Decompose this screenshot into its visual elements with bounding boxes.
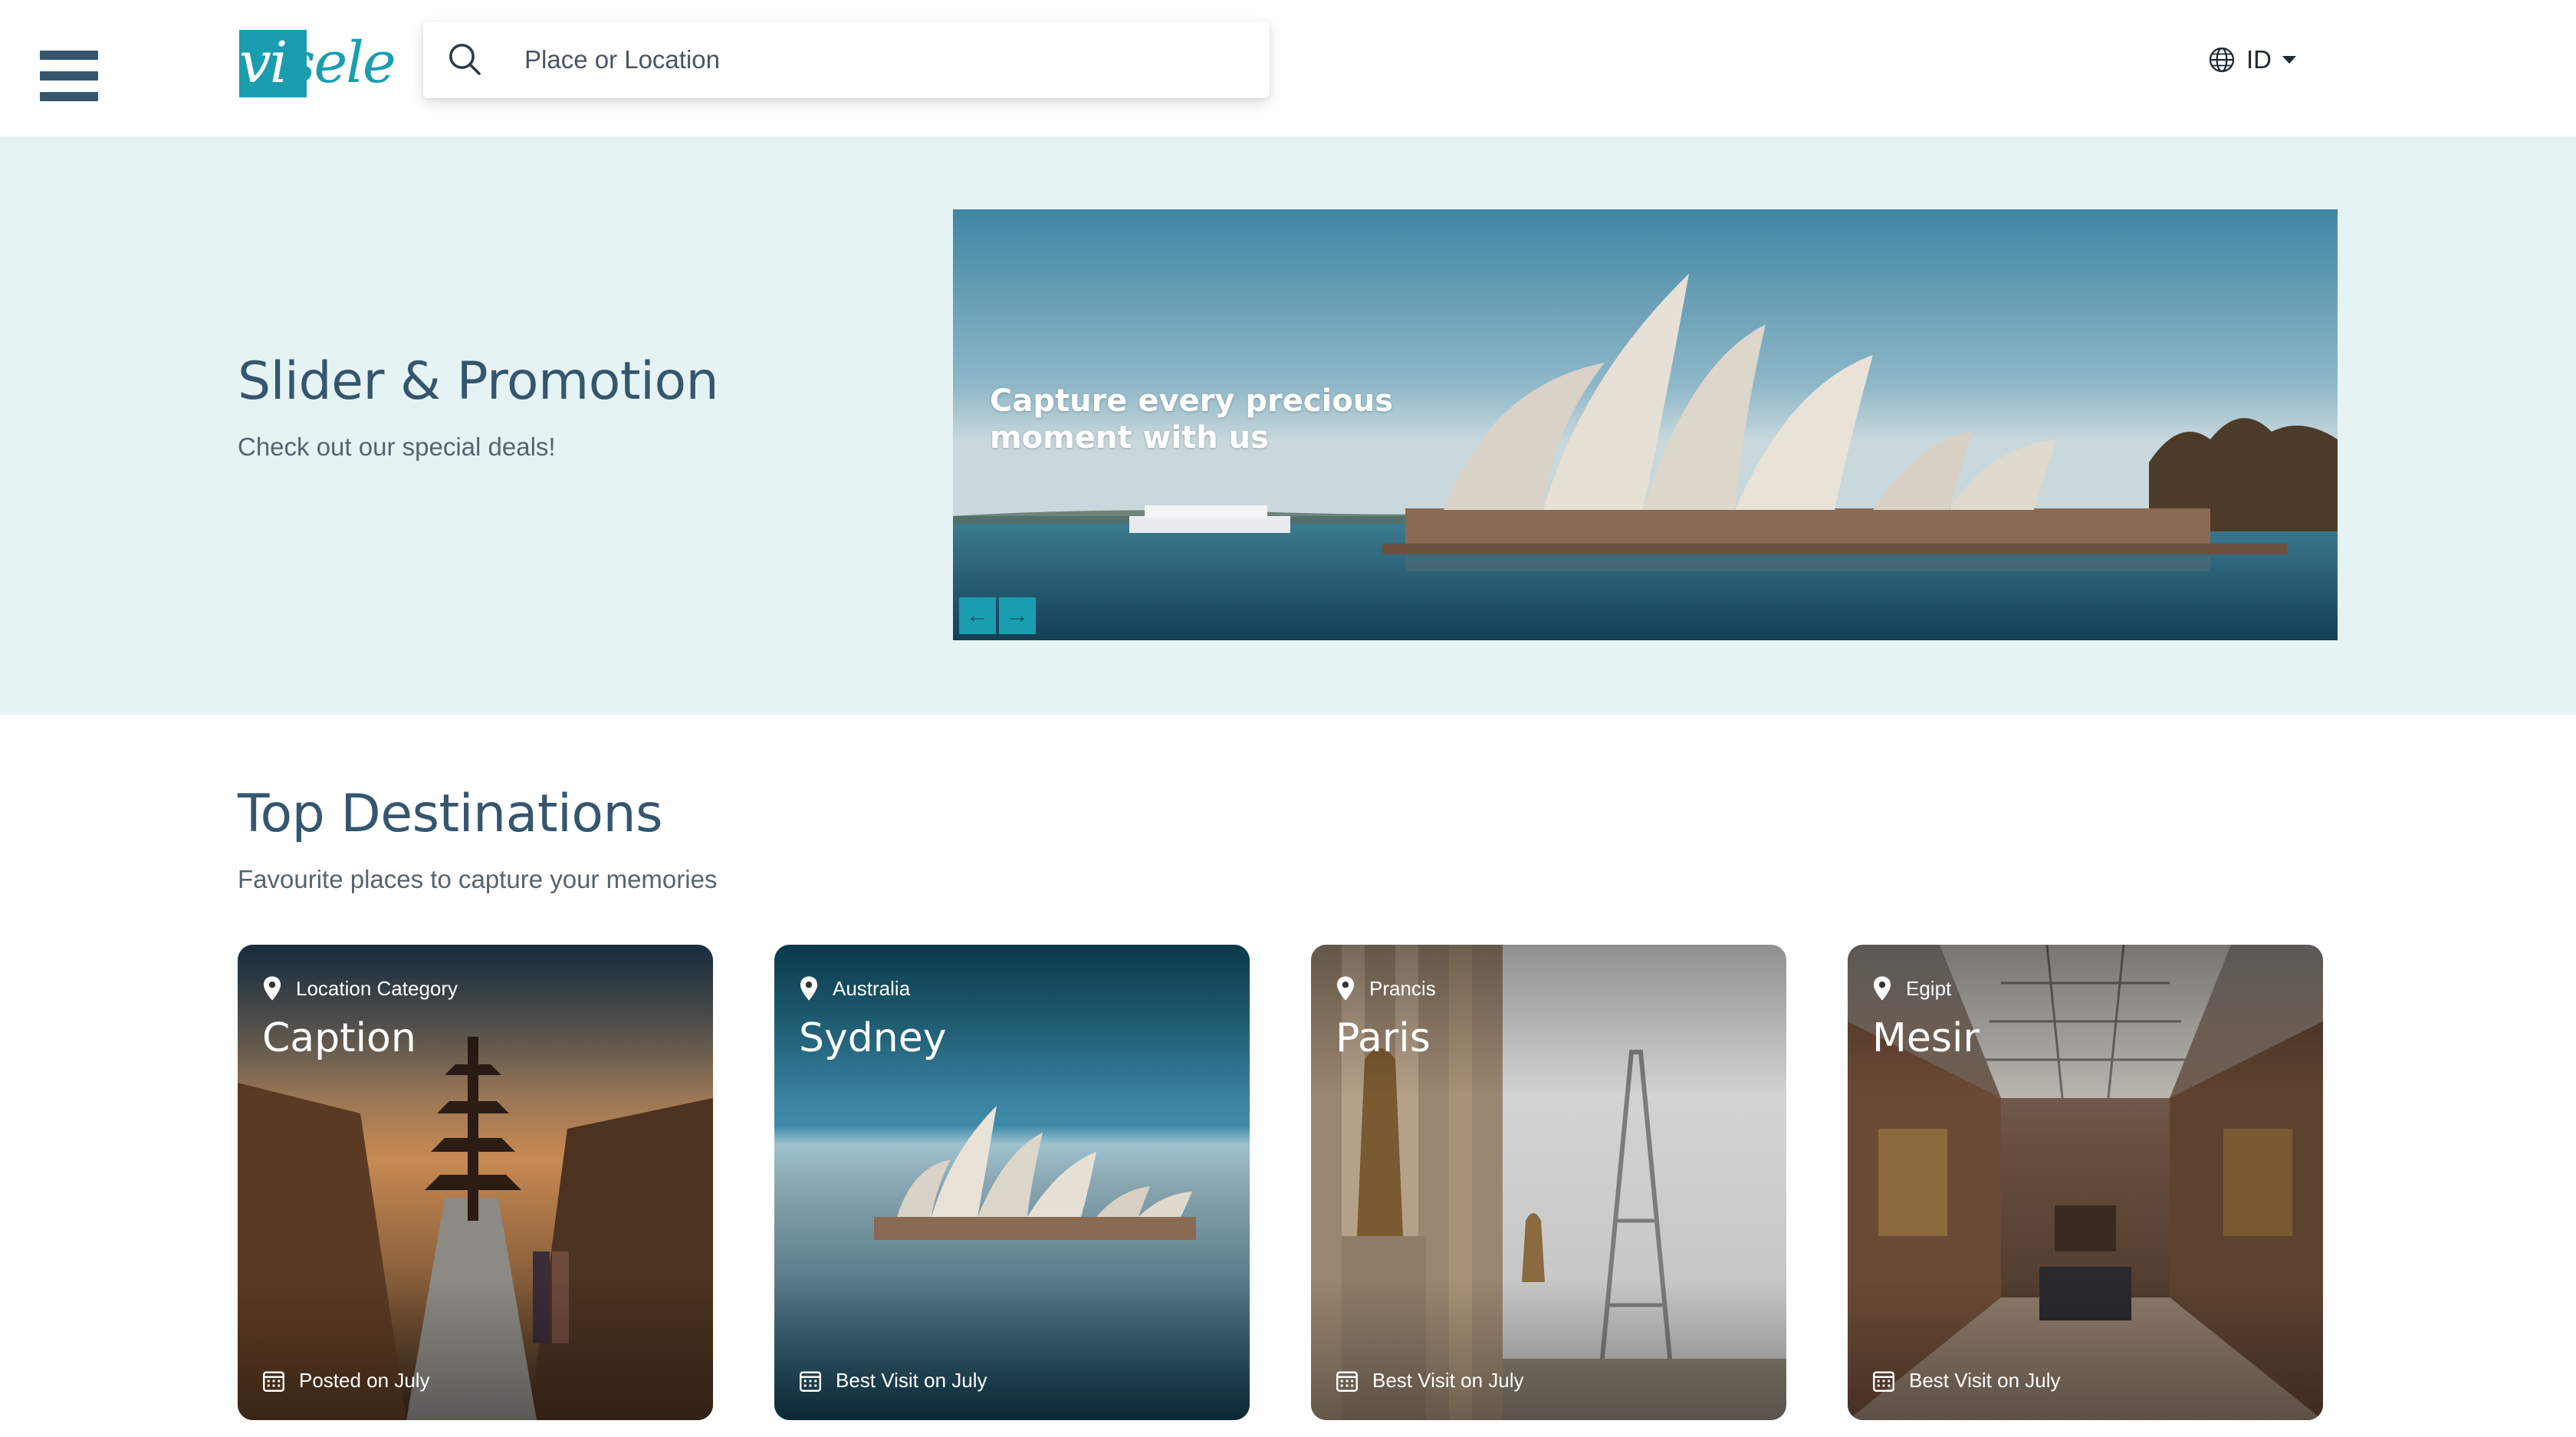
- search-icon[interactable]: [445, 39, 486, 81]
- top-header: visele ID: [0, 0, 2576, 136]
- destination-card[interactable]: Australia Sydney Best Visit on July: [774, 945, 1250, 1420]
- section-subtitle: Favourite places to capture your memorie…: [238, 865, 718, 893]
- section-title: Top Destinations: [238, 784, 663, 844]
- card-location: Australia: [799, 975, 910, 1001]
- card-date: Best Visit on July: [1372, 1369, 1524, 1392]
- card-footer: Best Visit on July: [1872, 1369, 2061, 1393]
- brand-logo[interactable]: visele: [239, 29, 396, 98]
- card-location: Location Category: [262, 975, 458, 1001]
- card-footer: Best Visit on July: [799, 1369, 987, 1393]
- destination-card[interactable]: Prancis Paris Best Visit on July: [1311, 945, 1786, 1420]
- card-footer: Posted on July: [262, 1369, 430, 1393]
- card-country: Location Category: [296, 976, 458, 1000]
- slider-controls: ← →: [959, 597, 1036, 634]
- card-footer: Best Visit on July: [1336, 1369, 1524, 1393]
- chevron-down-icon: [2282, 56, 2296, 64]
- calendar-icon: [1336, 1371, 1358, 1392]
- card-date: Posted on July: [299, 1369, 430, 1392]
- card-country: Australia: [833, 976, 911, 1000]
- hamburger-menu-icon[interactable]: [40, 51, 98, 101]
- promo-slider[interactable]: Capture every precious moment with us ← …: [953, 209, 2338, 640]
- slider-caption: Capture every precious moment with us: [990, 383, 1394, 455]
- calendar-icon: [263, 1371, 284, 1392]
- destination-card[interactable]: Egipt Mesir Best Visit on July: [1848, 945, 2323, 1420]
- calendar-icon: [1873, 1371, 1894, 1392]
- map-pin-icon: [800, 976, 818, 1001]
- card-country: Prancis: [1369, 976, 1436, 1000]
- card-country: Egipt: [1906, 976, 1952, 1000]
- card-date: Best Visit on July: [836, 1369, 987, 1392]
- map-pin-icon: [1873, 976, 1891, 1001]
- slider-prev-button[interactable]: ←: [959, 597, 996, 634]
- search-input[interactable]: [524, 37, 1214, 83]
- card-title: Mesir: [1872, 1015, 1980, 1061]
- globe-icon: [2209, 47, 2235, 73]
- card-title: Paris: [1336, 1015, 1431, 1061]
- calendar-icon: [800, 1371, 821, 1392]
- destination-card[interactable]: Location Category Caption Posted on July: [238, 945, 713, 1420]
- language-label: ID: [2246, 45, 2272, 74]
- card-location: Egipt: [1872, 975, 1951, 1001]
- map-pin-icon: [1336, 976, 1355, 1001]
- card-title: Caption: [262, 1015, 416, 1061]
- card-date: Best Visit on July: [1909, 1369, 2061, 1392]
- search-bar: [423, 21, 1270, 98]
- card-title: Sydney: [799, 1015, 947, 1061]
- slider-next-button[interactable]: →: [999, 597, 1036, 634]
- map-pin-icon: [263, 976, 281, 1001]
- hero-subtitle: Check out our special deals!: [238, 432, 556, 461]
- language-selector[interactable]: ID: [2208, 43, 2296, 77]
- hero-title: Slider & Promotion: [238, 351, 719, 412]
- card-location: Prancis: [1336, 975, 1436, 1001]
